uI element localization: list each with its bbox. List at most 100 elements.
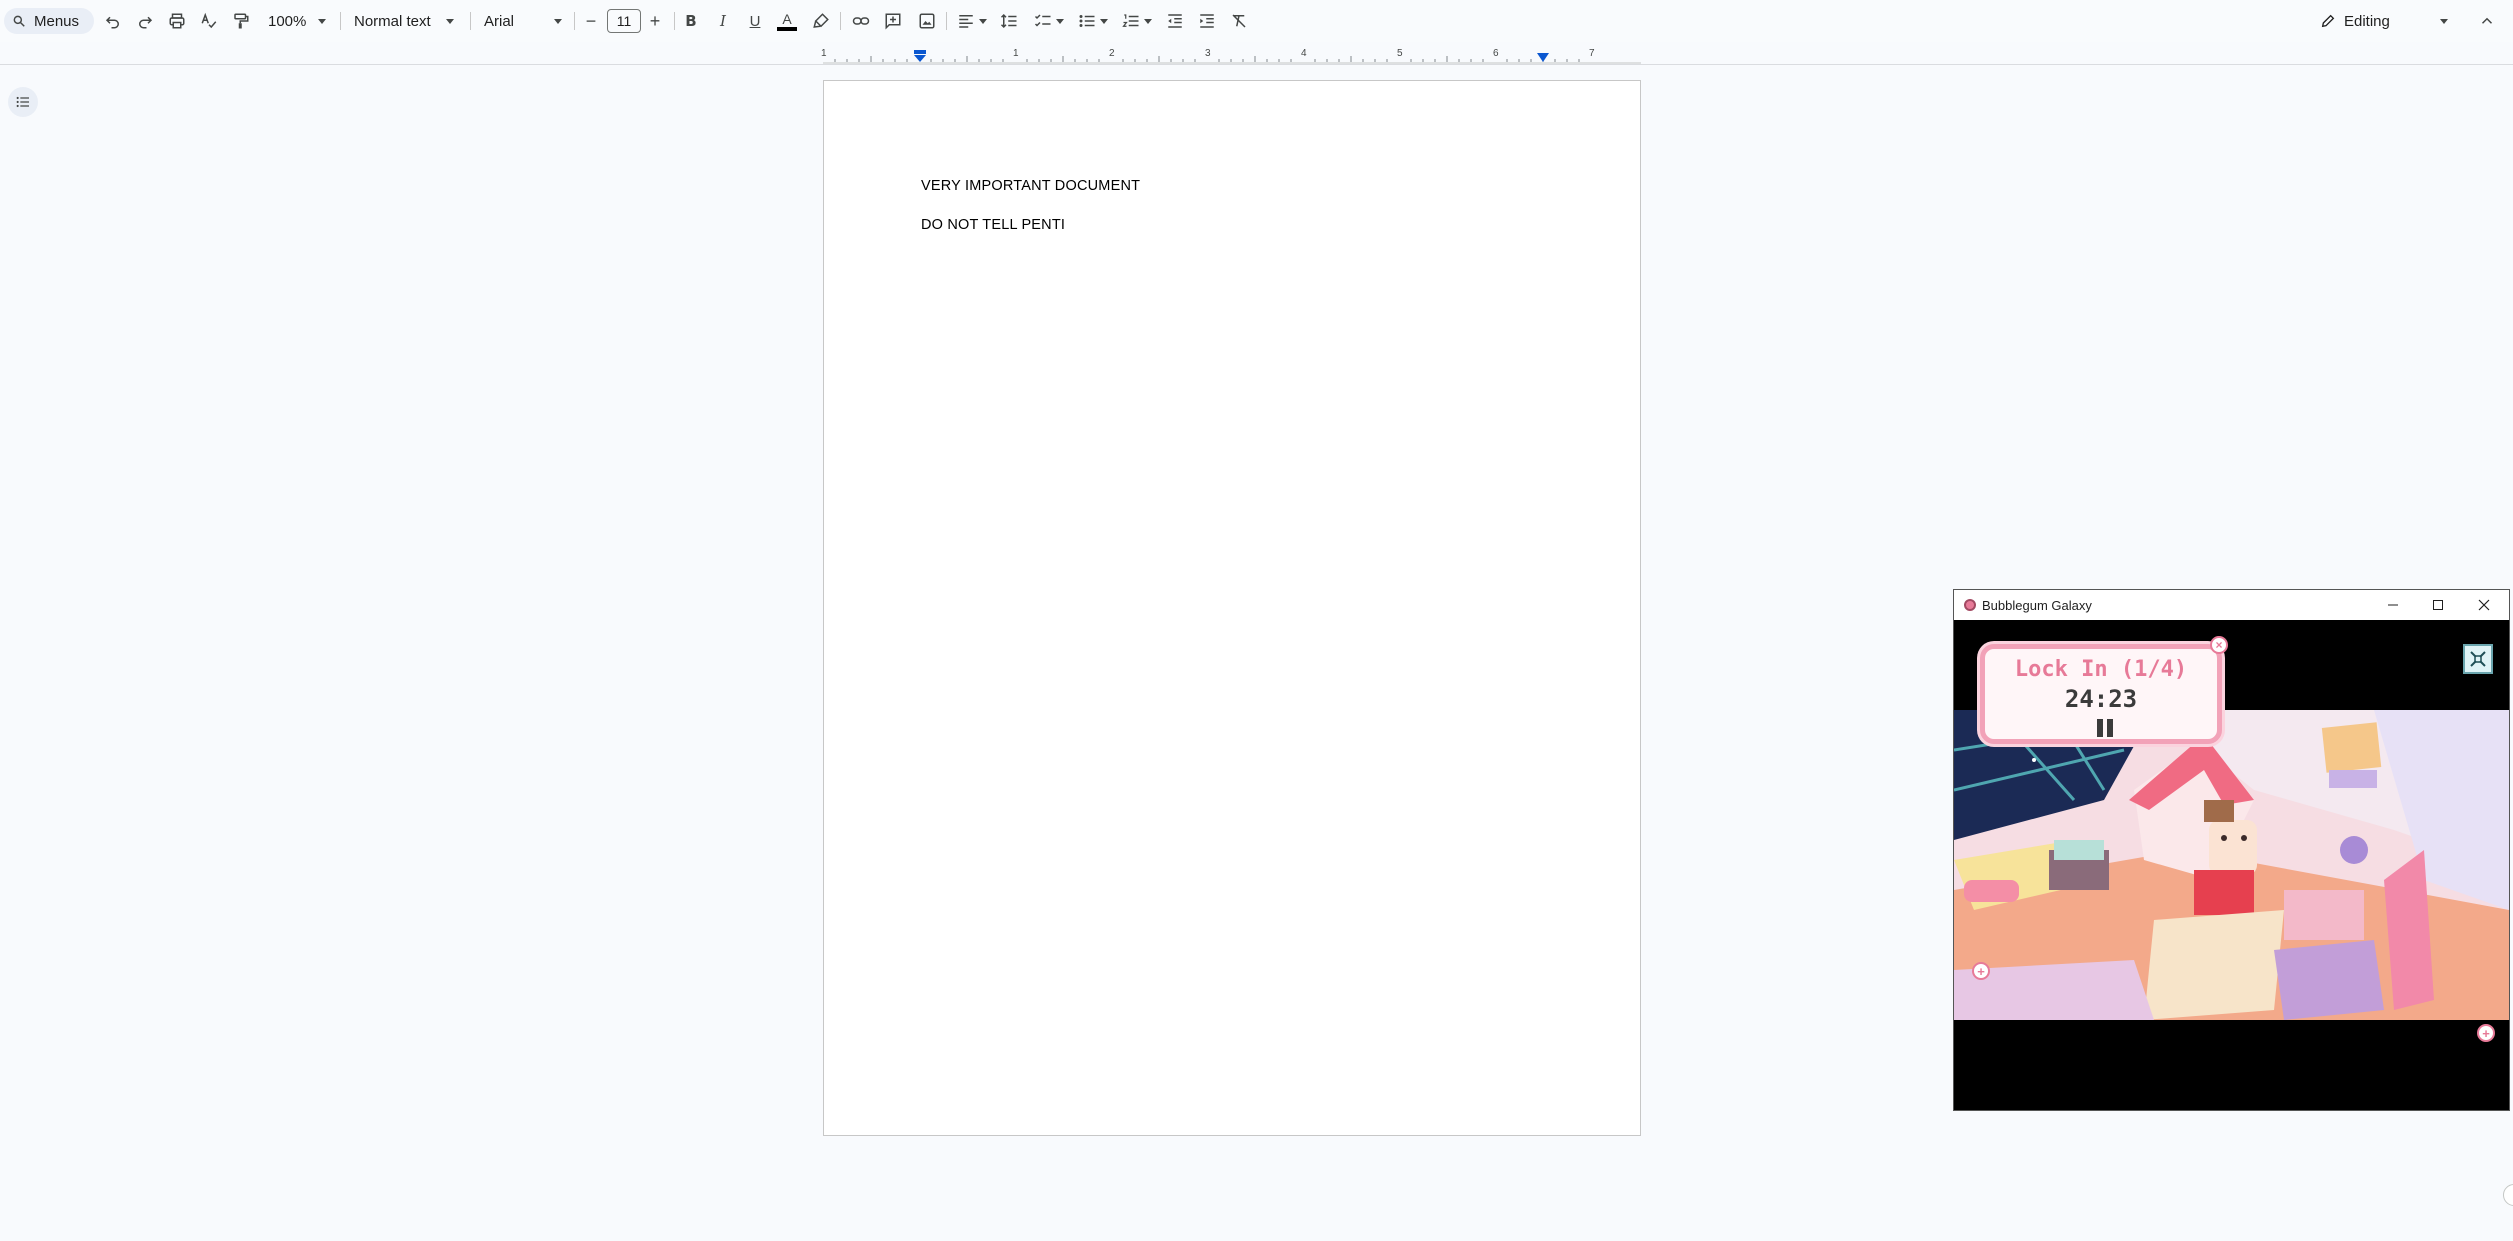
numbered-list-select[interactable] [1118, 8, 1156, 34]
print-button[interactable] [164, 8, 190, 34]
ruler-ticks [823, 56, 1641, 64]
scroll-indicator[interactable] [2503, 1184, 2513, 1206]
left-indent-marker[interactable] [913, 50, 927, 62]
close-window-button[interactable] [2462, 590, 2506, 620]
room-illustration [1954, 710, 2509, 1020]
highlight-color-button[interactable] [808, 8, 834, 34]
bulleted-list-select[interactable] [1074, 8, 1112, 34]
plus-icon: + [1977, 963, 1985, 979]
paint-format-button[interactable] [228, 8, 254, 34]
text-color-icon: A [782, 10, 792, 27]
right-indent-marker[interactable] [1536, 53, 1550, 63]
horizontal-ruler[interactable]: 1 1 2 3 4 5 6 7 [821, 48, 1641, 64]
toolbar: Menus 100% Normal text Arial − 11 + B I [0, 0, 2513, 42]
font-family-value: Arial [484, 12, 515, 30]
document-outline-button[interactable] [8, 87, 38, 117]
decrease-indent-button[interactable] [1162, 8, 1188, 34]
chevron-down-icon [318, 18, 327, 24]
increase-indent-button[interactable] [1194, 8, 1220, 34]
app-icon [1964, 599, 1976, 611]
underline-icon: U [749, 12, 761, 30]
redo-button[interactable] [132, 8, 158, 34]
align-select[interactable] [954, 8, 990, 34]
add-button-right[interactable]: + [2477, 1024, 2495, 1042]
text-color-button[interactable]: A [774, 8, 800, 34]
divider [470, 12, 471, 30]
italic-button[interactable]: I [710, 8, 736, 34]
ruler-label: 4 [1301, 48, 1307, 59]
clear-formatting-button[interactable] [1226, 8, 1252, 34]
checklist-icon [1034, 14, 1051, 27]
mode-select[interactable]: Editing [2320, 8, 2448, 34]
chevron-up-icon [2481, 17, 2493, 24]
outline-list-icon [16, 96, 29, 108]
font-family-select[interactable]: Arial [478, 8, 568, 34]
chevron-down-icon [2440, 18, 2448, 24]
divider [946, 12, 947, 30]
insert-link-button[interactable] [848, 8, 874, 34]
minimize-button[interactable] [2371, 590, 2415, 620]
chevron-down-icon [446, 18, 454, 24]
add-button-left[interactable]: + [1972, 962, 1990, 980]
chevron-down-icon [979, 18, 987, 24]
chevron-down-icon [554, 18, 562, 24]
document-page[interactable]: VERY IMPORTANT DOCUMENT DO NOT TELL PENT… [823, 80, 1641, 1136]
font-size-input[interactable]: 11 [607, 9, 641, 33]
undo-button[interactable] [100, 8, 126, 34]
add-comment-icon [885, 13, 901, 30]
game-window[interactable]: Bubblegum Galaxy Lock In (1/4) 24:23 × +… [1953, 589, 2510, 1111]
ruler-label: 6 [1493, 48, 1499, 59]
pause-icon [2107, 719, 2113, 737]
maximize-button[interactable] [2416, 590, 2460, 620]
decrease-font-size-button[interactable]: − [578, 8, 604, 34]
timer-countdown: 24:23 [2064, 685, 2138, 713]
chevron-down-icon [1144, 18, 1152, 24]
mode-label: Editing [2344, 12, 2390, 30]
minus-icon: − [585, 10, 597, 31]
paragraph-style-value: Normal text [354, 12, 431, 30]
fullscreen-toggle-button[interactable] [2463, 644, 2493, 674]
ruler-label: 1 [821, 48, 827, 59]
underline-button[interactable]: U [742, 8, 768, 34]
link-icon [852, 17, 870, 25]
line-spacing-icon [1000, 13, 1017, 29]
divider [340, 12, 341, 30]
timer-title: Lock In (1/4) [2014, 657, 2188, 682]
zoom-select[interactable]: 100% [262, 8, 332, 34]
close-icon: × [2215, 638, 2223, 652]
chevron-down-icon [1100, 18, 1108, 24]
spellcheck-button[interactable] [196, 8, 222, 34]
pause-button[interactable] [2095, 719, 2115, 737]
add-comment-button[interactable] [880, 8, 906, 34]
divider [840, 12, 841, 30]
hide-menus-button[interactable] [2474, 8, 2500, 34]
ruler-label: 3 [1205, 48, 1211, 59]
decrease-indent-icon [1168, 14, 1182, 28]
line-spacing-button[interactable] [996, 8, 1022, 34]
redo-icon [139, 16, 153, 29]
plus-icon: + [649, 10, 661, 31]
document-line[interactable]: DO NOT TELL PENTI [921, 217, 1065, 233]
chevron-down-icon [1056, 18, 1064, 24]
close-icon [2478, 599, 2490, 611]
bold-button[interactable]: B [678, 8, 704, 34]
align-left-icon [959, 15, 973, 28]
numbered-list-icon [1122, 14, 1139, 27]
checklist-select[interactable] [1030, 8, 1068, 34]
menus-search-button[interactable]: Menus [4, 8, 94, 34]
paragraph-style-select[interactable]: Normal text [348, 8, 460, 34]
clear-formatting-icon [1232, 14, 1246, 28]
menus-label: Menus [34, 12, 80, 30]
ruler-label: 2 [1109, 48, 1115, 59]
divider [574, 12, 575, 30]
insert-image-button[interactable] [914, 8, 940, 34]
close-timer-button[interactable]: × [2210, 636, 2228, 654]
game-scene[interactable] [1954, 710, 2509, 1020]
italic-icon: I [720, 12, 726, 30]
focus-timer-card: Lock In (1/4) 24:23 [1980, 644, 2222, 744]
document-line[interactable]: VERY IMPORTANT DOCUMENT [921, 178, 1140, 194]
zoom-value: 100% [268, 12, 307, 30]
pencil-icon [2321, 14, 2335, 28]
increase-font-size-button[interactable]: + [642, 8, 668, 34]
game-titlebar[interactable]: Bubblegum Galaxy [1954, 590, 2509, 620]
